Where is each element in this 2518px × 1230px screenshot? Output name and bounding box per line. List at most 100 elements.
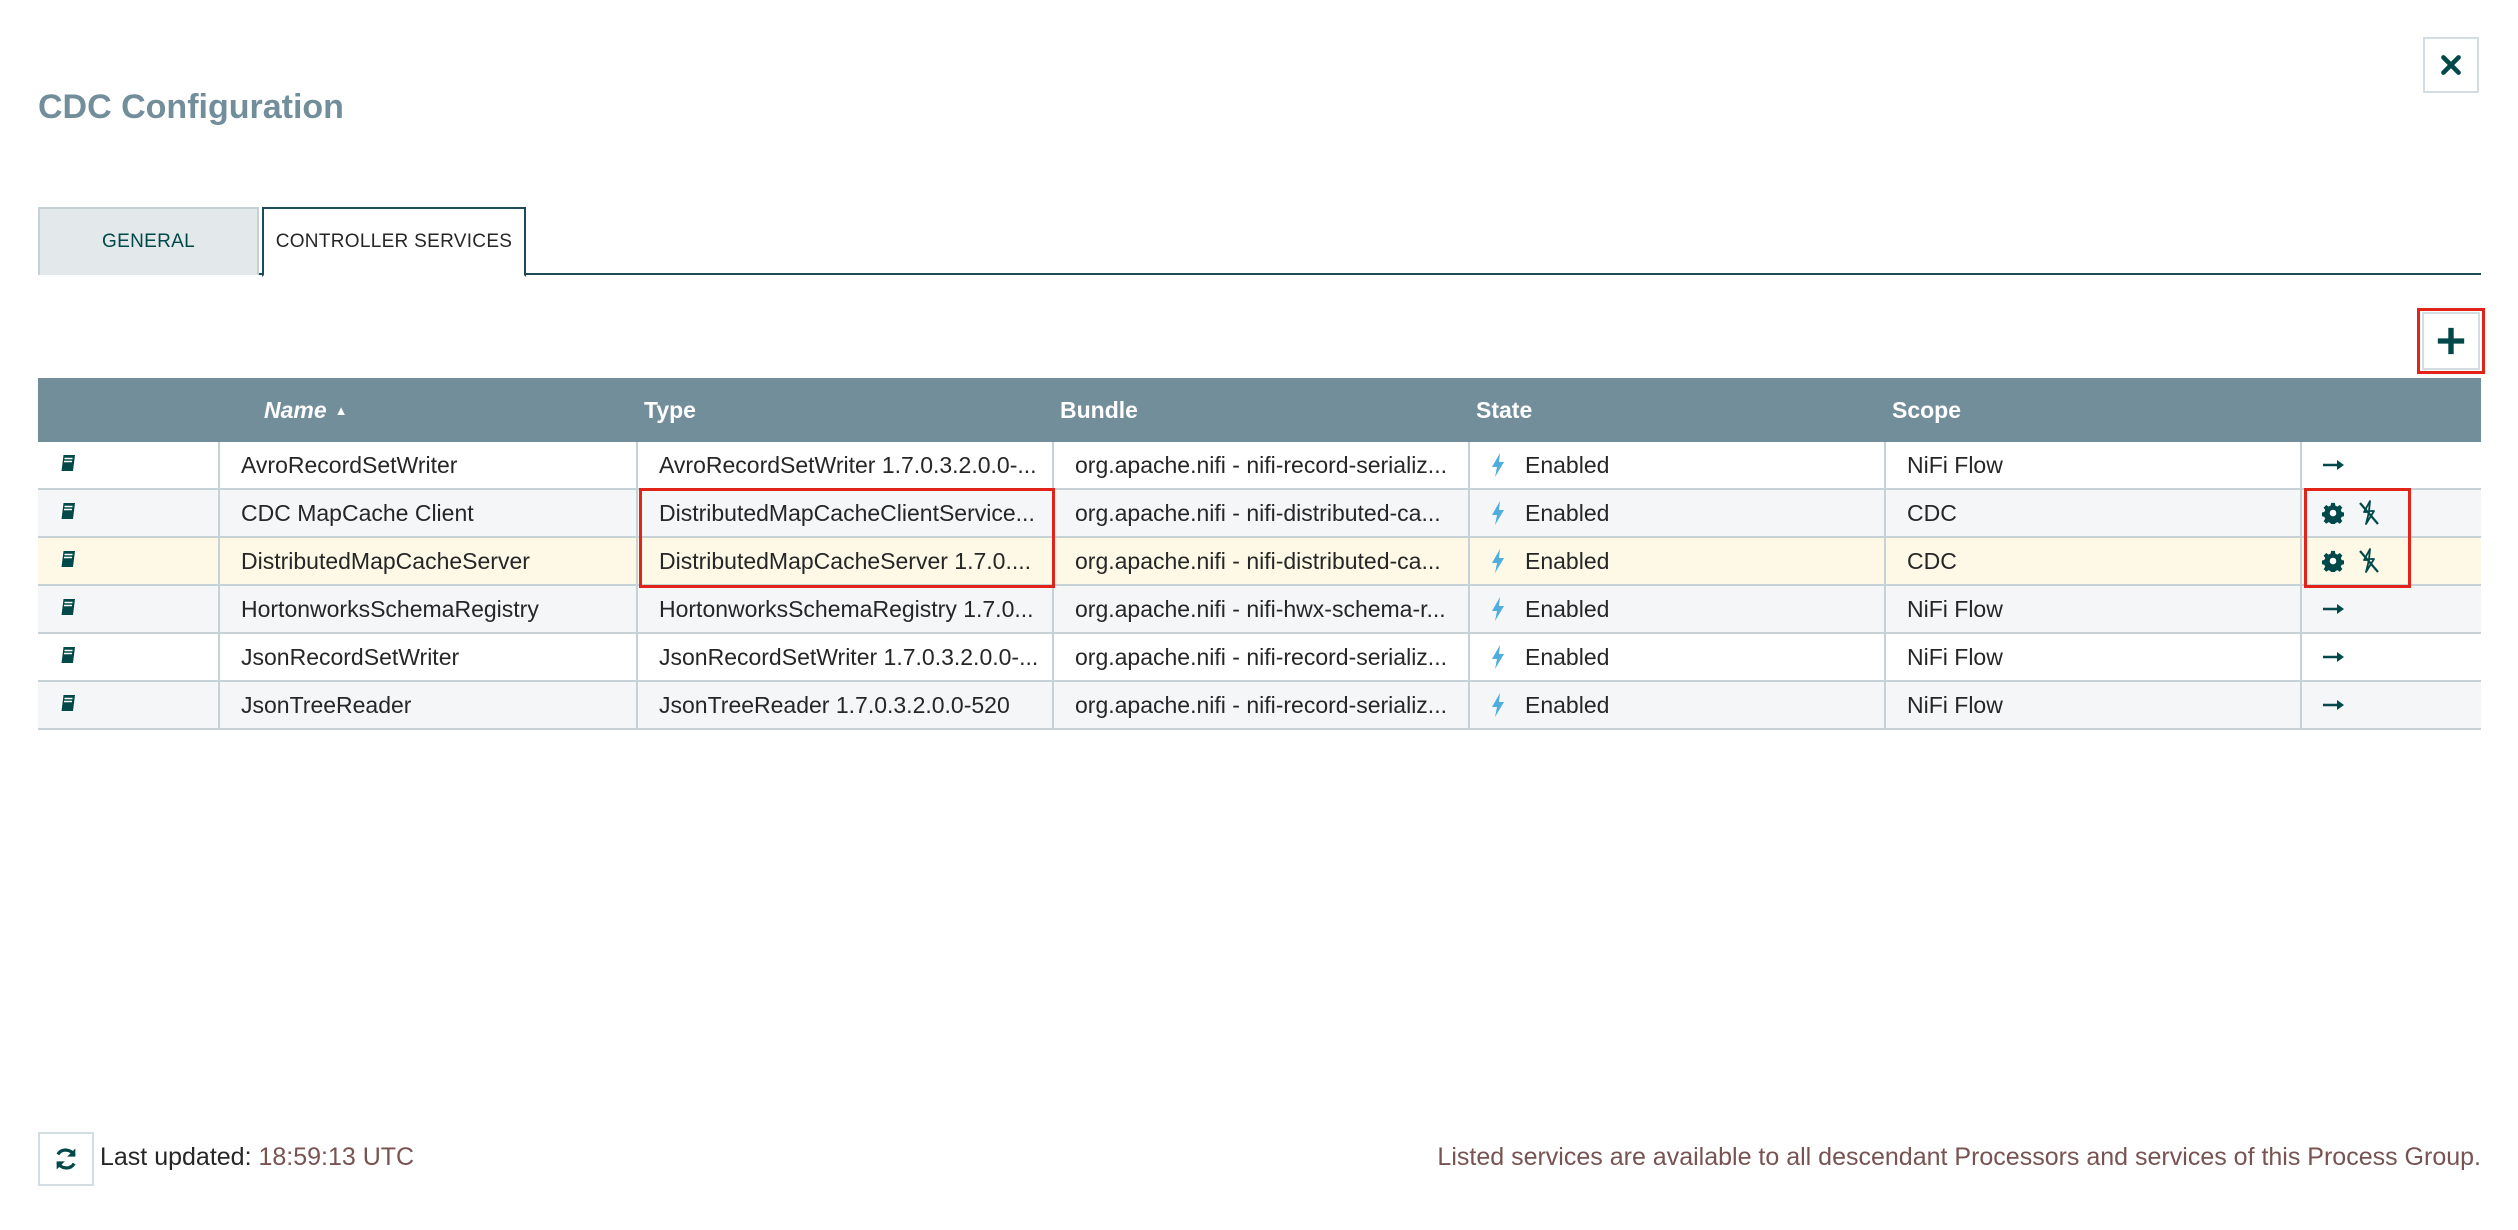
scope-cell: NiFi Flow bbox=[1886, 634, 2302, 680]
tab-controller-services[interactable]: CONTROLLER SERVICES bbox=[262, 207, 526, 277]
usage-cell bbox=[38, 682, 220, 728]
service-state: Enabled bbox=[1525, 691, 1610, 718]
add-controller-service-button[interactable] bbox=[2422, 312, 2480, 370]
refresh-icon bbox=[56, 1148, 76, 1170]
enabled-bolt-icon bbox=[1491, 645, 1505, 669]
book-icon[interactable] bbox=[58, 452, 78, 479]
scope-note: Listed services are available to all des… bbox=[1437, 1143, 2481, 1171]
actions-cell bbox=[2302, 442, 2481, 488]
book-icon[interactable] bbox=[58, 644, 78, 671]
scope-cell: NiFi Flow bbox=[1886, 682, 2302, 728]
header-state[interactable]: State bbox=[1470, 378, 1886, 442]
name-cell: CDC MapCache Client bbox=[220, 490, 638, 536]
actions-cell bbox=[2302, 586, 2481, 632]
table-row[interactable]: JsonRecordSetWriter JsonRecordSetWriter … bbox=[38, 634, 2481, 682]
plus-icon bbox=[2437, 327, 2465, 355]
table-row[interactable]: DistributedMapCacheServer DistributedMap… bbox=[38, 538, 2481, 586]
bundle-cell: org.apache.nifi - nifi-distributed-ca... bbox=[1054, 538, 1470, 584]
type-cell: JsonTreeReader 1.7.0.3.2.0.0-520 bbox=[638, 682, 1054, 728]
type-cell: DistributedMapCacheClientService... bbox=[638, 490, 1054, 536]
header-name[interactable]: Name ▲ bbox=[220, 378, 638, 442]
go-to-icon[interactable] bbox=[2322, 650, 2346, 664]
name-cell: AvroRecordSetWriter bbox=[220, 442, 638, 488]
header-name-label: Name bbox=[264, 396, 327, 423]
tab-general[interactable]: GENERAL bbox=[38, 207, 259, 275]
last-updated: Last updated: 18:59:13 UTC bbox=[100, 1143, 414, 1172]
usage-cell bbox=[38, 538, 220, 584]
last-updated-label: Last updated: bbox=[100, 1143, 252, 1171]
service-name: CDC MapCache Client bbox=[241, 499, 474, 526]
scope-cell: NiFi Flow bbox=[1886, 442, 2302, 488]
go-to-icon[interactable] bbox=[2322, 602, 2346, 616]
service-scope: CDC bbox=[1907, 547, 1957, 574]
close-button[interactable] bbox=[2423, 37, 2479, 93]
actions-cell bbox=[2302, 682, 2481, 728]
header-icon-column bbox=[38, 378, 220, 442]
gear-icon[interactable] bbox=[2322, 502, 2344, 524]
disable-icon[interactable] bbox=[2358, 548, 2380, 574]
disable-icon[interactable] bbox=[2358, 500, 2380, 526]
close-icon bbox=[2441, 55, 2461, 75]
service-scope: CDC bbox=[1907, 499, 1957, 526]
table-row[interactable]: CDC MapCache Client DistributedMapCacheC… bbox=[38, 490, 2481, 538]
dialog-title: CDC Configuration bbox=[38, 88, 344, 126]
bundle-cell: org.apache.nifi - nifi-hwx-schema-r... bbox=[1054, 586, 1470, 632]
book-icon[interactable] bbox=[58, 548, 78, 575]
name-cell: HortonworksSchemaRegistry bbox=[220, 586, 638, 632]
table-header: Name ▲ Type Bundle State Scope bbox=[38, 378, 2481, 442]
controller-services-table: Name ▲ Type Bundle State Scope AvroRecor… bbox=[38, 378, 2481, 730]
service-state: Enabled bbox=[1525, 547, 1610, 574]
scope-cell: CDC bbox=[1886, 538, 2302, 584]
header-type[interactable]: Type bbox=[638, 378, 1054, 442]
state-cell: Enabled bbox=[1470, 682, 1886, 728]
go-to-icon[interactable] bbox=[2322, 698, 2346, 712]
service-state: Enabled bbox=[1525, 643, 1610, 670]
name-cell: JsonRecordSetWriter bbox=[220, 634, 638, 680]
table-row[interactable]: AvroRecordSetWriter AvroRecordSetWriter … bbox=[38, 442, 2481, 490]
service-name: AvroRecordSetWriter bbox=[241, 451, 458, 478]
bundle-cell: org.apache.nifi - nifi-record-serializ..… bbox=[1054, 442, 1470, 488]
service-type: JsonRecordSetWriter 1.7.0.3.2.0.0-... bbox=[659, 643, 1039, 670]
bundle-cell: org.apache.nifi - nifi-distributed-ca... bbox=[1054, 490, 1470, 536]
service-state: Enabled bbox=[1525, 499, 1610, 526]
usage-cell bbox=[38, 634, 220, 680]
service-bundle: org.apache.nifi - nifi-distributed-ca... bbox=[1075, 547, 1441, 574]
usage-cell bbox=[38, 586, 220, 632]
name-cell: DistributedMapCacheServer bbox=[220, 538, 638, 584]
header-bundle[interactable]: Bundle bbox=[1054, 378, 1470, 442]
table-body: AvroRecordSetWriter AvroRecordSetWriter … bbox=[38, 442, 2481, 730]
type-cell: HortonworksSchemaRegistry 1.7.0... bbox=[638, 586, 1054, 632]
book-icon[interactable] bbox=[58, 596, 78, 623]
actions-cell bbox=[2302, 634, 2481, 680]
service-name: JsonRecordSetWriter bbox=[241, 643, 460, 670]
enabled-bolt-icon bbox=[1491, 597, 1505, 621]
state-cell: Enabled bbox=[1470, 634, 1886, 680]
service-state: Enabled bbox=[1525, 595, 1610, 622]
service-scope: NiFi Flow bbox=[1907, 451, 2003, 478]
table-row[interactable]: JsonTreeReader JsonTreeReader 1.7.0.3.2.… bbox=[38, 682, 2481, 730]
gear-icon[interactable] bbox=[2322, 550, 2344, 572]
service-type: JsonTreeReader 1.7.0.3.2.0.0-520 bbox=[659, 691, 1010, 718]
name-cell: JsonTreeReader bbox=[220, 682, 638, 728]
actions-cell bbox=[2302, 490, 2481, 536]
service-state: Enabled bbox=[1525, 451, 1610, 478]
state-cell: Enabled bbox=[1470, 442, 1886, 488]
table-row[interactable]: HortonworksSchemaRegistry HortonworksSch… bbox=[38, 586, 2481, 634]
book-icon[interactable] bbox=[58, 500, 78, 527]
service-name: HortonworksSchemaRegistry bbox=[241, 595, 539, 622]
header-scope[interactable]: Scope bbox=[1886, 378, 2302, 442]
type-cell: DistributedMapCacheServer 1.7.0.... bbox=[638, 538, 1054, 584]
service-scope: NiFi Flow bbox=[1907, 643, 2003, 670]
enabled-bolt-icon bbox=[1491, 693, 1505, 717]
go-to-icon[interactable] bbox=[2322, 458, 2346, 472]
type-cell: JsonRecordSetWriter 1.7.0.3.2.0.0-... bbox=[638, 634, 1054, 680]
bundle-cell: org.apache.nifi - nifi-record-serializ..… bbox=[1054, 682, 1470, 728]
service-name: DistributedMapCacheServer bbox=[241, 547, 530, 574]
book-icon[interactable] bbox=[58, 692, 78, 719]
refresh-button[interactable] bbox=[38, 1132, 94, 1186]
service-bundle: org.apache.nifi - nifi-record-serializ..… bbox=[1075, 451, 1447, 478]
state-cell: Enabled bbox=[1470, 538, 1886, 584]
service-type: HortonworksSchemaRegistry 1.7.0... bbox=[659, 595, 1034, 622]
service-scope: NiFi Flow bbox=[1907, 595, 2003, 622]
usage-cell bbox=[38, 442, 220, 488]
